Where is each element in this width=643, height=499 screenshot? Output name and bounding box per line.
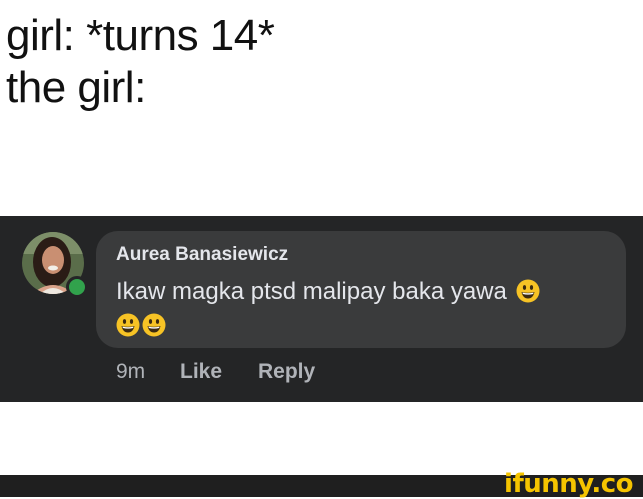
comment-text: Ikaw magka ptsd malipay baka yawa bbox=[116, 275, 596, 343]
caption-line-1: girl: *turns 14* bbox=[6, 11, 275, 60]
grinning-face-emoji-icon bbox=[142, 313, 166, 337]
meme-caption: girl: *turns 14* the girl: bbox=[6, 10, 275, 114]
comment-author-name[interactable]: Aurea Banasiewicz bbox=[116, 244, 288, 266]
ifunny-watermark-logo: ifunny.co bbox=[504, 469, 633, 499]
comment-bubble[interactable]: Aurea Banasiewicz Ikaw magka ptsd malipa… bbox=[96, 231, 626, 348]
like-button[interactable]: Like bbox=[180, 360, 222, 388]
reply-button[interactable]: Reply bbox=[258, 360, 315, 388]
grinning-face-emoji-icon bbox=[116, 313, 140, 337]
grinning-face-emoji-icon bbox=[516, 279, 540, 303]
caption-line-2: the girl: bbox=[6, 63, 146, 112]
comment-body-text: Ikaw magka ptsd malipay baka yawa bbox=[116, 278, 507, 305]
comment-timestamp: 9m bbox=[116, 360, 146, 383]
online-status-indicator bbox=[66, 276, 88, 298]
